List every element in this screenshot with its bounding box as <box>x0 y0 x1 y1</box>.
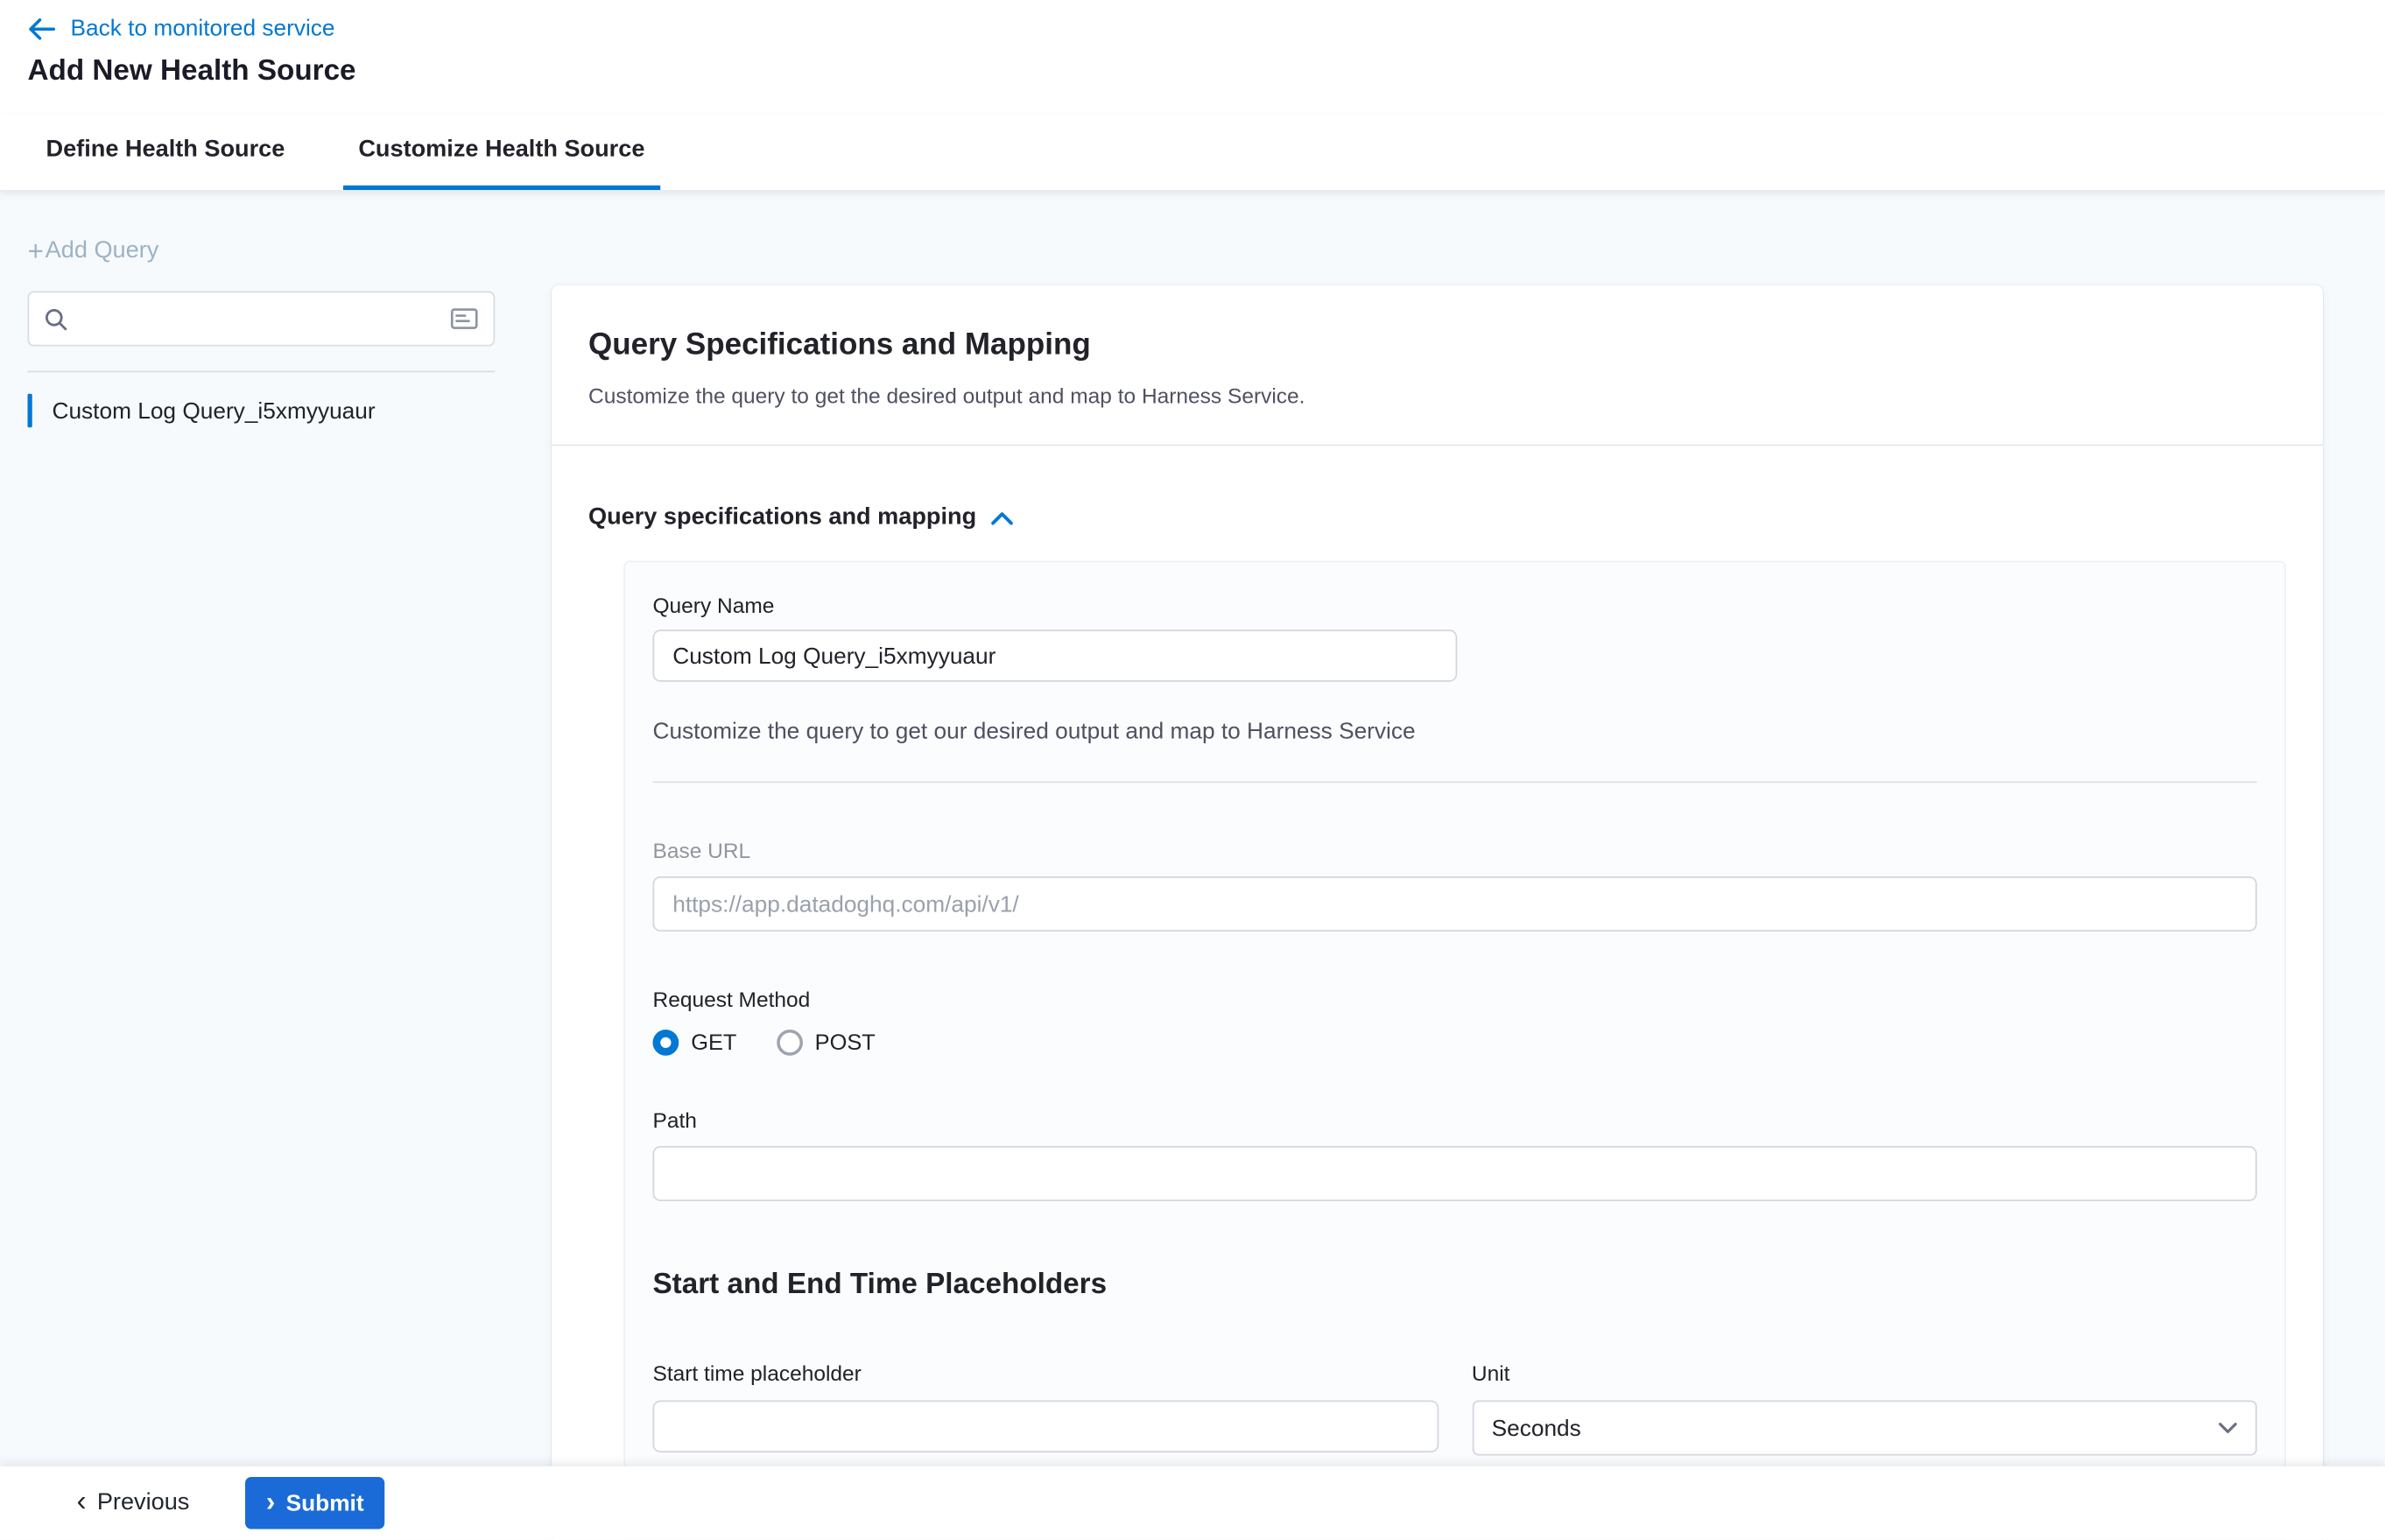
card-view-icon[interactable] <box>451 308 479 330</box>
back-link-label: Back to monitored service <box>71 16 335 42</box>
chevron-left-icon: ‹ <box>77 1487 87 1515</box>
unit-column: Unit Seconds <box>1472 1361 2257 1456</box>
section-header: Query specifications and mapping <box>588 504 2286 532</box>
page-title: Add New Health Source <box>28 55 2349 89</box>
base-url-label: Base URL <box>653 838 2257 862</box>
card-header: Query Specifications and Mapping Customi… <box>552 285 2323 447</box>
form-divider <box>653 782 2257 784</box>
content-area: + Add Query <box>0 192 2385 1540</box>
request-method-field: Request Method GET POST <box>653 987 2257 1056</box>
wizard-footer: ‹ Previous › Submit <box>0 1466 2385 1540</box>
base-url-field: Base URL <box>653 838 2257 932</box>
previous-button-label: Previous <box>97 1489 190 1517</box>
query-item-label: Custom Log Query_i5xmyyuaur <box>53 397 376 424</box>
request-method-label: Request Method <box>653 987 2257 1011</box>
chevron-right-icon: › <box>266 1487 276 1515</box>
previous-button[interactable]: ‹ Previous <box>61 1480 205 1527</box>
selected-indicator-bar <box>28 394 32 428</box>
start-time-input[interactable] <box>653 1401 1439 1453</box>
radio-get-label: GET <box>691 1030 736 1055</box>
card-body: Query specifications and mapping Query N… <box>552 504 2323 1540</box>
submit-button[interactable]: › Submit <box>244 1477 385 1529</box>
start-time-label: Start time placeholder <box>653 1361 1439 1385</box>
submit-button-label: Submit <box>286 1490 364 1516</box>
plus-icon: + <box>28 237 44 265</box>
search-icon <box>45 307 67 330</box>
add-query-label: Add Query <box>46 237 159 265</box>
unit-select[interactable]: Seconds <box>1472 1401 2257 1456</box>
query-mapping-card: Query Specifications and Mapping Customi… <box>552 285 2323 1540</box>
back-link[interactable]: Back to monitored service <box>28 16 335 42</box>
time-placeholders-heading: Start and End Time Placeholders <box>653 1269 2257 1303</box>
radio-post-label: POST <box>815 1030 876 1055</box>
query-name-input[interactable] <box>653 629 1458 682</box>
radio-post-unchecked-icon <box>777 1030 803 1056</box>
helper-text: Customize the query to get our desired o… <box>653 719 2257 745</box>
chevron-up-icon[interactable] <box>992 511 1014 525</box>
radio-option-post[interactable]: POST <box>777 1030 876 1056</box>
query-form-panel: Query Name Customize the query to get ou… <box>623 561 2286 1540</box>
unit-select-value: Seconds <box>1492 1415 1581 1441</box>
card-title: Query Specifications and Mapping <box>588 328 2286 363</box>
sidebar-divider <box>28 371 496 373</box>
query-sidebar: + Add Query <box>28 192 496 428</box>
query-search-input[interactable] <box>80 305 451 333</box>
add-query-button[interactable]: + Add Query <box>28 237 159 265</box>
query-name-label: Query Name <box>653 593 2257 617</box>
app-root: Back to monitored service Add New Health… <box>0 0 2385 1540</box>
base-url-input <box>653 876 2257 932</box>
card-subtitle: Customize the query to get the desired o… <box>588 383 2286 408</box>
request-method-radio-group: GET POST <box>653 1030 2257 1056</box>
path-input[interactable] <box>653 1146 2257 1201</box>
top-header: Back to monitored service Add New Health… <box>0 0 2385 115</box>
section-title: Query specifications and mapping <box>588 504 976 532</box>
query-list-item-selected[interactable]: Custom Log Query_i5xmyyuaur <box>28 394 496 428</box>
tab-define-health-source[interactable]: Define Health Source <box>31 115 300 190</box>
chevron-down-icon <box>2219 1422 2237 1434</box>
path-label: Path <box>653 1108 2257 1132</box>
time-placeholder-row: Start time placeholder Unit Seconds <box>653 1361 2257 1456</box>
start-time-column: Start time placeholder <box>653 1361 1439 1456</box>
arrow-left-icon <box>28 18 56 39</box>
unit-label: Unit <box>1472 1361 2257 1385</box>
wizard-tabs: Define Health Source Customize Health So… <box>0 115 2385 192</box>
query-search-box <box>28 292 496 347</box>
path-field: Path <box>653 1108 2257 1201</box>
radio-get-checked-icon <box>653 1030 679 1056</box>
radio-option-get[interactable]: GET <box>653 1030 737 1056</box>
tab-customize-health-source[interactable]: Customize Health Source <box>343 115 660 190</box>
